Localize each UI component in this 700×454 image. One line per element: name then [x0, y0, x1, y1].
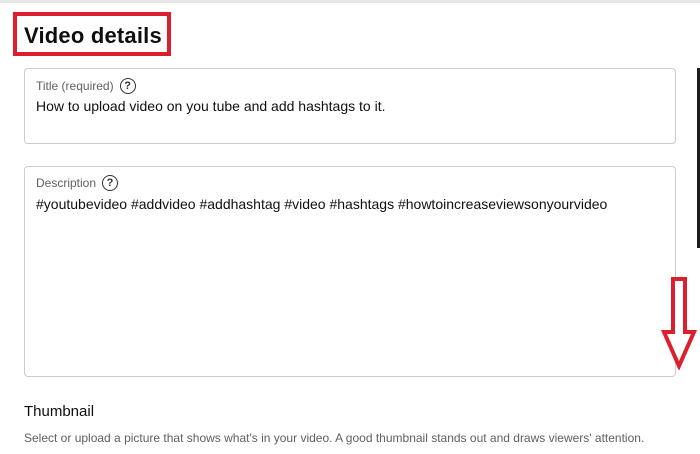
description-field-label-row: Description ? [36, 175, 119, 191]
title-field-label: Title (required) [36, 79, 114, 93]
video-details-panel: Video details Title (required) ? How to … [0, 0, 700, 454]
top-divider [0, 0, 700, 3]
title-field[interactable]: Title (required) ? How to upload video o… [24, 68, 676, 144]
thumbnail-description: Select or upload a picture that shows wh… [24, 431, 645, 445]
help-circle-icon[interactable]: ? [102, 175, 119, 191]
description-field[interactable]: Description ? #youtubevideo #addvideo #a… [24, 166, 676, 377]
description-input[interactable]: #youtubevideo #addvideo #addhashtag #vid… [36, 196, 607, 212]
help-circle-icon[interactable]: ? [119, 78, 136, 94]
title-field-label-row: Title (required) ? [36, 78, 136, 94]
annotation-highlight-box [13, 12, 171, 56]
description-field-label: Description [36, 176, 97, 190]
annotation-down-arrow-icon [661, 277, 697, 370]
title-input[interactable]: How to upload video on you tube and add … [36, 98, 385, 114]
thumbnail-heading: Thumbnail [24, 403, 95, 420]
